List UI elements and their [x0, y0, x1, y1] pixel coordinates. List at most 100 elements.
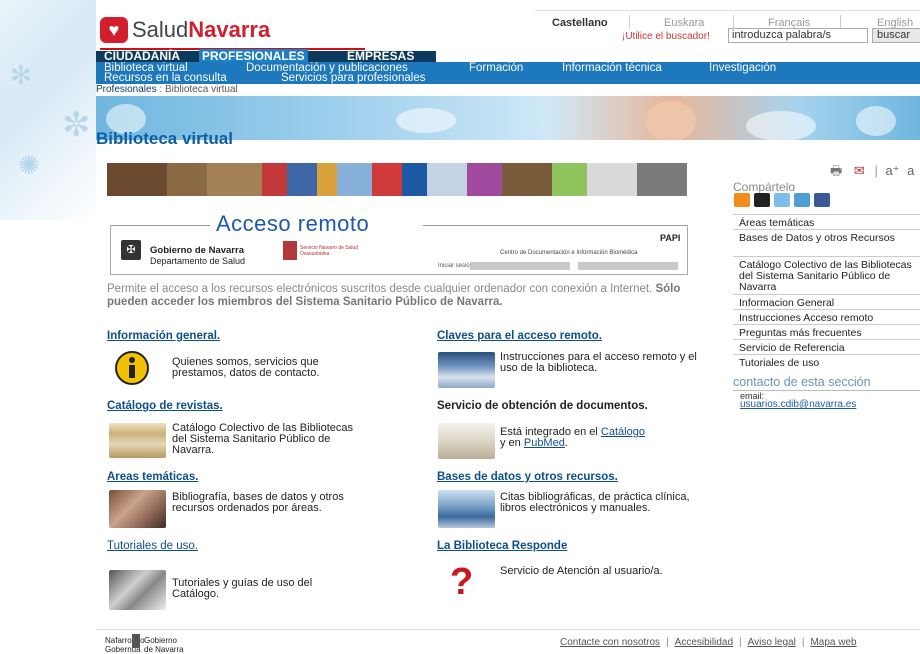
footer-gov-spanish-1: Gobierno	[144, 636, 177, 645]
gobierno-crest-icon: ✠	[121, 240, 141, 260]
breadcrumb: Profesionales : Biblioteca virtual	[96, 84, 238, 95]
sidebar-item-catalogo[interactable]: Catálogo Colectivo de las Bibliotecas de…	[733, 256, 920, 294]
sidebar-item-informacion[interactable]: Informacion General	[733, 294, 920, 309]
email-icon[interactable]: ✉	[854, 163, 865, 178]
share-label: Compártelo	[733, 180, 796, 194]
areas-thumbnail	[109, 490, 166, 528]
email-link[interactable]: usuarios.cdib@navarra.es	[740, 399, 856, 410]
subnav-servicios-profesionales[interactable]: Servicios para profesionales	[281, 72, 425, 84]
contacto-title: contacto de esta sección	[733, 375, 871, 389]
footer-link-aviso-legal[interactable]: Aviso legal	[748, 637, 796, 648]
sns-line2: Osasunbidea	[300, 251, 330, 257]
breadcrumb-profesionales[interactable]: Profesionales	[96, 84, 157, 95]
desc-biblioteca-responde: Servicio de Atención al usuario/a.	[500, 565, 663, 577]
intro-body: Permite el acceso a los recursos electró…	[107, 283, 656, 295]
link-catalogo[interactable]: Catálogo	[601, 426, 645, 438]
search-input[interactable]: introduzca palabra/s	[728, 28, 868, 43]
lang-separator	[733, 15, 734, 29]
footer-separator: |	[739, 637, 742, 648]
logo-text-navarra: Navarra	[188, 17, 271, 42]
sidebar-item-instrucciones[interactable]: Instrucciones Acceso remoto	[733, 309, 920, 324]
footer-gov-spanish-2: de Navarra	[144, 645, 184, 654]
cdib-label: Centro de Documentación e Información Bi…	[500, 250, 638, 256]
twitter-icon[interactable]	[774, 193, 790, 207]
font-increase-icon[interactable]: a⁺	[885, 163, 899, 178]
sns-logo-text: Servicio Navarro de Salud Osasunbidea	[300, 245, 358, 257]
google-icon[interactable]	[794, 193, 810, 207]
sidebar-item-tutoriales[interactable]: Tutoriales de uso	[733, 354, 920, 369]
top-divider	[535, 10, 920, 11]
lang-castellano[interactable]: Castellano	[552, 17, 608, 29]
gobierno-line2: Departamento de Salud	[150, 256, 246, 266]
site-logo[interactable]: ♥ Salud Navarra	[100, 15, 270, 45]
sidebar-item-preguntas[interactable]: Preguntas más frecuentes	[733, 324, 920, 339]
footer-crest-icon	[132, 634, 140, 648]
desc-informacion-general: Quienes somos, servicios que prestamos, …	[172, 356, 320, 379]
search-button[interactable]: buscar	[872, 28, 920, 43]
nav-ciudadania[interactable]: CIUDADANÍA	[104, 49, 180, 63]
lang-separator	[840, 15, 841, 29]
login-user-field[interactable]	[470, 262, 570, 270]
footer-gov-spanish: Gobierno de Navarra	[144, 636, 184, 654]
sidebar-item-referencia[interactable]: Servicio de Referencia	[733, 339, 920, 354]
link-catalogo-revistas[interactable]: Catálogo de revistas.	[107, 400, 223, 412]
font-decrease-icon[interactable]: a	[907, 163, 914, 178]
footer-link-mapa-web[interactable]: Mapa web	[810, 637, 856, 648]
footer-separator: |	[666, 637, 669, 648]
subnav-investigacion[interactable]: Investigación	[709, 62, 776, 74]
subnav-recursos-consulta[interactable]: Recursos en la consulta	[104, 72, 227, 84]
acceso-remoto-title[interactable]: Acceso remoto	[216, 211, 369, 237]
desc-tutoriales-uso: Tutoriales y guías de uso del Catálogo.	[172, 577, 313, 600]
lang-separator	[629, 15, 630, 29]
desc-servicio-documentos: Está integrado en el Catálogo y en PubMe…	[500, 427, 700, 449]
tutorials-thumbnail	[109, 570, 166, 610]
link-claves-acceso-remoto[interactable]: Claves para el acceso remoto.	[437, 330, 602, 342]
footer-link-accesibilidad[interactable]: Accesibilidad	[675, 637, 733, 648]
sidebar-item-bases[interactable]: Bases de Datos y otros Recursos	[733, 229, 920, 256]
page-tools: 🖶 ✉ | a⁺ a	[830, 162, 914, 184]
facebook-icon[interactable]	[814, 193, 830, 207]
link-areas-tematicas[interactable]: Areas temáticas.	[107, 471, 198, 483]
link-informacion-general[interactable]: Información general.	[107, 330, 220, 342]
servicio-text-2: y en	[500, 437, 524, 449]
breadcrumb-separator: :	[156, 84, 165, 95]
login-password-field[interactable]	[578, 262, 678, 270]
footer-link-contacte[interactable]: Contacte con nosotros	[560, 637, 660, 648]
delicious-icon[interactable]	[754, 193, 770, 207]
print-icon[interactable]: 🖶	[830, 163, 842, 178]
svg-text:?: ?	[450, 561, 473, 600]
link-tutoriales-uso[interactable]: Tutoriales de uso.	[107, 540, 198, 552]
desc-bases-datos: Citas bibliográficas, de práctica clínic…	[500, 491, 690, 514]
snowflake-icon: ✼	[62, 106, 91, 144]
subnav-informacion-tecnica[interactable]: Información técnica	[562, 62, 662, 74]
sns-logo-icon	[283, 241, 297, 260]
login-label: Iniciar sesión	[438, 263, 474, 269]
sidebar-item-areas[interactable]: Áreas temáticas	[733, 214, 920, 229]
decorative-background: ✻ ✼ ✺	[0, 0, 96, 220]
books-banner-image	[107, 163, 687, 196]
papi-label: PAPI	[660, 233, 681, 243]
link-bases-datos[interactable]: Bases de datos y otros recursos.	[437, 471, 618, 483]
heart-icon: ♥	[100, 17, 128, 43]
subnav-formacion[interactable]: Formación	[469, 62, 523, 74]
snowflake-icon: ✻	[10, 60, 32, 90]
servicio-text-3: .	[564, 437, 568, 449]
nav-profesionales[interactable]: PROFESIONALES	[199, 49, 308, 63]
journals-thumbnail	[109, 423, 166, 458]
lang-euskara[interactable]: Euskara	[664, 17, 704, 29]
footer-separator: |	[801, 637, 805, 648]
rss-icon[interactable]	[734, 193, 750, 207]
intro-text: Permite el acceso a los recursos electró…	[107, 283, 717, 309]
page-title: Biblioteca virtual	[96, 129, 233, 148]
tools-separator: |	[874, 163, 878, 178]
link-biblioteca-responde[interactable]: La Biblioteca Responde	[437, 540, 567, 552]
link-pubmed[interactable]: PubMed	[524, 437, 565, 449]
keyboard-thumbnail	[438, 352, 495, 388]
nav-empresas[interactable]: EMPRESAS	[347, 49, 414, 63]
main-nav: CIUDADANÍA PROFESIONALES EMPRESAS	[96, 49, 436, 63]
breadcrumb-current: Biblioteca virtual	[164, 84, 238, 95]
desc-claves-acceso-remoto: Instrucciones para el acceso remoto y el…	[500, 351, 697, 374]
footer-links: Contacte con nosotros | Accesibilidad | Avis…	[560, 637, 857, 648]
open-book-thumbnail	[438, 423, 495, 459]
heading-servicio-documentos: Servicio de obtención de documentos.	[437, 400, 648, 412]
